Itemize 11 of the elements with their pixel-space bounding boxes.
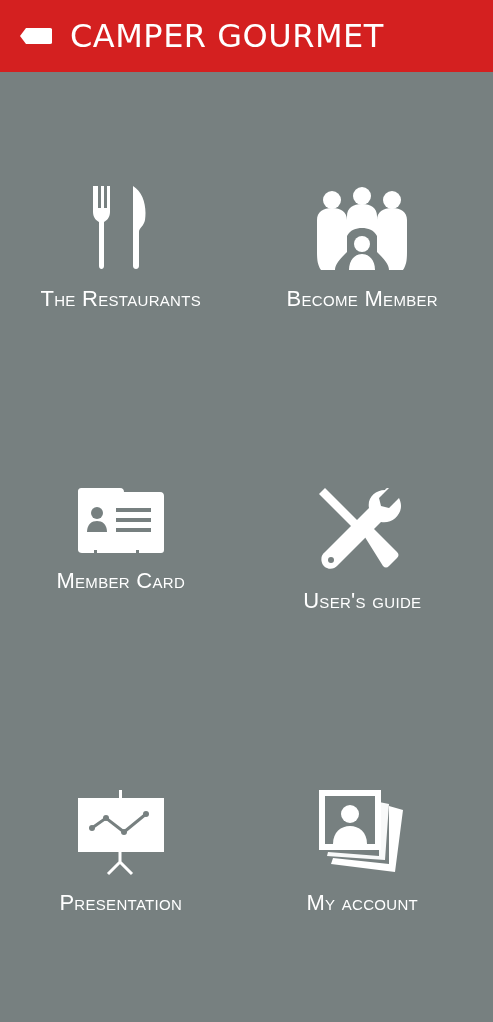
group-of-people-icon	[317, 186, 408, 272]
menu-tile[interactable]: Member Card	[56, 488, 186, 594]
menu-tile[interactable]: User's guide	[303, 488, 422, 614]
menu-tile[interactable]: My account	[306, 790, 419, 916]
app-title: CAMPER GOURMET	[70, 17, 384, 55]
tag-icon	[20, 28, 52, 44]
id-card-icon	[77, 488, 164, 554]
menu-tile[interactable]: Become Member	[286, 186, 438, 312]
menu-tile[interactable]: The Restaurants	[40, 186, 201, 312]
presentation-board-icon	[77, 790, 164, 876]
menu-tile[interactable]: Presentation	[59, 790, 183, 916]
